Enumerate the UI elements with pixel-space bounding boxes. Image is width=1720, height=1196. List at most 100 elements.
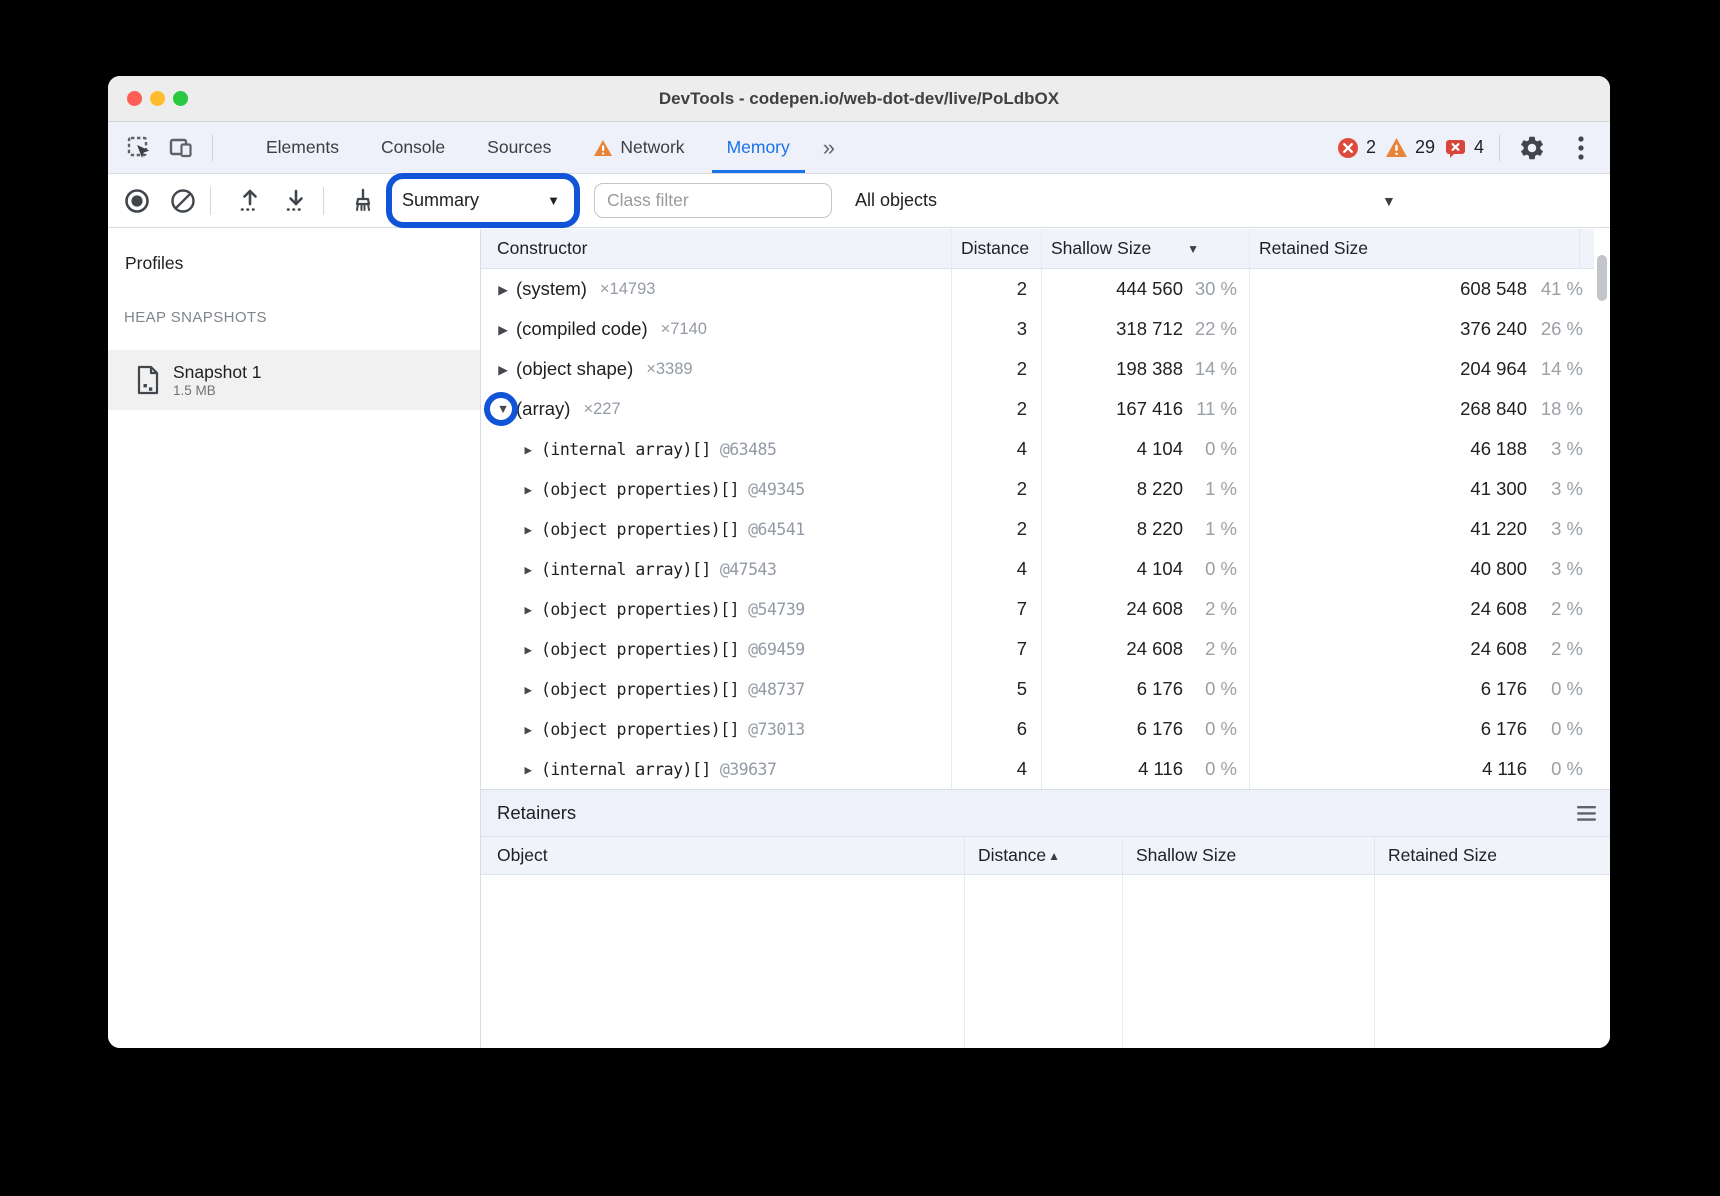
issues-badge[interactable]: 4 [1444, 137, 1484, 159]
table-row[interactable]: ▶(internal array)[]@3963744 1160 %4 1160… [481, 749, 1595, 789]
expand-arrow-icon[interactable]: ▶ [520, 762, 536, 777]
network-warning-icon [593, 139, 613, 157]
more-tabs-chevron-icon[interactable]: » [811, 122, 849, 173]
hamburger-menu-icon[interactable] [1577, 806, 1596, 821]
expand-arrow-icon[interactable]: ▶ [495, 322, 511, 337]
retainers-column-retained-size[interactable]: Retained Size [1374, 837, 1610, 874]
expand-arrow-icon[interactable]: ▶ [520, 642, 536, 657]
distance-cell: 2 [951, 518, 1041, 540]
retainers-column-object[interactable]: Object [481, 837, 964, 874]
instance-count: ×7140 [661, 320, 707, 339]
inspect-element-icon[interactable] [122, 131, 156, 165]
constructor-name: (object properties)[] [541, 520, 739, 539]
shallow-size-cell: 24 608 [1041, 638, 1185, 660]
console-warnings-badge[interactable]: 29 [1385, 137, 1435, 158]
class-filter-input[interactable] [594, 183, 832, 218]
retained-percent-cell: 3 % [1529, 518, 1595, 540]
scrollbar-thumb[interactable] [1597, 255, 1607, 301]
table-row[interactable]: ▶(object properties)[]@6454128 2201 %41 … [481, 509, 1595, 549]
expand-arrow-icon[interactable]: ▶ [520, 682, 536, 697]
tab-memory[interactable]: Memory [706, 122, 811, 173]
screenshot-stage: DevTools - codepen.io/web-dot-dev/live/P… [0, 0, 1720, 1196]
tab-console[interactable]: Console [360, 122, 466, 173]
shallow-percent-cell: 0 % [1185, 758, 1249, 780]
table-row[interactable]: ▶(internal array)[]@4754344 1040 %40 800… [481, 549, 1595, 589]
tab-elements[interactable]: Elements [245, 122, 360, 173]
retained-size-cell: 608 548 [1249, 278, 1529, 300]
expand-arrow-icon[interactable]: ▶ [520, 602, 536, 617]
table-row[interactable]: ▶(object properties)[]@4934528 2201 %41 … [481, 469, 1595, 509]
table-row[interactable]: ▶(system)×147932444 56030 %608 54841 % [481, 269, 1595, 309]
expand-arrow-icon[interactable]: ▶ [520, 722, 536, 737]
objects-filter-chevron-down-icon[interactable]: ▼ [1382, 193, 1396, 209]
object-id: @64541 [748, 520, 805, 539]
load-profile-icon[interactable] [233, 184, 267, 218]
retained-size-cell: 46 188 [1249, 438, 1529, 460]
kebab-menu-icon[interactable] [1566, 135, 1596, 161]
table-row[interactable]: ▼(array)×2272167 41611 %268 84018 % [481, 389, 1595, 429]
distance-cell: 4 [951, 438, 1041, 460]
clean-garbage-brush-icon[interactable] [346, 184, 380, 218]
table-row[interactable]: ▶(object properties)[]@7301366 1760 %6 1… [481, 709, 1595, 749]
retained-percent-cell: 14 % [1529, 358, 1595, 380]
device-toolbar-icon[interactable] [164, 131, 198, 165]
sidebar-item-snapshot-1[interactable]: Snapshot 1 1.5 MB [108, 350, 480, 410]
expand-arrow-icon[interactable]: ▶ [520, 442, 536, 457]
distance-cell: 4 [951, 758, 1041, 780]
instance-count: ×227 [583, 400, 620, 419]
heap-snapshot-file-icon [135, 365, 161, 395]
constructor-name: (array) [516, 398, 570, 420]
tab-sources[interactable]: Sources [466, 122, 572, 173]
expand-arrow-icon[interactable]: ▶ [520, 482, 536, 497]
column-header-distance[interactable]: Distance [951, 229, 1041, 268]
retained-percent-cell: 41 % [1529, 278, 1595, 300]
expand-arrow-icon[interactable]: ▶ [495, 282, 511, 297]
constructor-cell: ▶(internal array)[]@39637 [481, 749, 951, 789]
distance-cell: 6 [951, 718, 1041, 740]
table-row[interactable]: ▶(compiled code)×71403318 71222 %376 240… [481, 309, 1595, 349]
record-heap-snapshot-icon[interactable] [120, 184, 154, 218]
shallow-percent-cell: 14 % [1185, 358, 1249, 380]
retained-size-cell: 24 608 [1249, 638, 1529, 660]
table-row[interactable]: ▶(internal array)[]@6348544 1040 %46 188… [481, 429, 1595, 469]
constructor-name: (internal array)[] [541, 760, 711, 779]
retainers-column-shallow-size[interactable]: Shallow Size [1122, 837, 1374, 874]
shallow-percent-cell: 1 % [1185, 478, 1249, 500]
grid-divider [964, 875, 965, 1048]
constructor-cell: ▶(object properties)[]@69459 [481, 629, 951, 669]
constructor-cell: ▶(object properties)[]@49345 [481, 469, 951, 509]
profiles-label: Profiles [125, 253, 183, 274]
profile-view-select[interactable]: Summary ▼ [394, 182, 572, 219]
vertical-scrollbar[interactable] [1594, 229, 1610, 789]
column-header-constructor[interactable]: Constructor [481, 229, 951, 268]
console-errors-badge[interactable]: 2 [1337, 137, 1376, 159]
heap-snapshots-section-label: HEAP SNAPSHOTS [124, 309, 267, 326]
constructor-rows: ▶(system)×147932444 56030 %608 54841 %▶(… [481, 269, 1595, 789]
table-row[interactable]: ▶(object properties)[]@4873756 1760 %6 1… [481, 669, 1595, 709]
expand-arrow-icon[interactable]: ▶ [520, 562, 536, 577]
retained-size-cell: 6 176 [1249, 718, 1529, 740]
collapse-arrow-icon[interactable]: ▼ [495, 402, 511, 416]
window-title: DevTools - codepen.io/web-dot-dev/live/P… [108, 76, 1610, 122]
table-row[interactable]: ▶(object properties)[]@54739724 6082 %24… [481, 589, 1595, 629]
save-profile-icon[interactable] [279, 184, 313, 218]
column-header-retained-size[interactable]: Retained Size [1249, 229, 1579, 268]
shallow-size-cell: 167 416 [1041, 398, 1185, 420]
retainers-section-header: Retainers [481, 789, 1610, 836]
table-row[interactable]: ▶(object shape)×33892198 38814 %204 9641… [481, 349, 1595, 389]
toolbar-separator [210, 187, 211, 215]
clear-profiles-icon[interactable] [166, 184, 200, 218]
grid-divider [1122, 875, 1123, 1048]
tab-network[interactable]: Network [572, 122, 705, 173]
retained-size-cell: 376 240 [1249, 318, 1529, 340]
constructor-cell: ▶(system)×14793 [481, 269, 951, 309]
retainers-column-distance[interactable]: Distance ▲ [964, 837, 1122, 874]
settings-gear-icon[interactable] [1515, 131, 1549, 165]
column-header-shallow-size[interactable]: Shallow Size ▼ [1041, 229, 1249, 268]
expand-arrow-icon[interactable]: ▶ [495, 362, 511, 377]
expand-arrow-icon[interactable]: ▶ [520, 522, 536, 537]
table-row[interactable]: ▶(object properties)[]@69459724 6082 %24… [481, 629, 1595, 669]
shallow-size-cell: 4 116 [1041, 758, 1185, 780]
profile-view-value: Summary [402, 190, 479, 211]
objects-filter-value[interactable]: All objects [855, 190, 937, 211]
